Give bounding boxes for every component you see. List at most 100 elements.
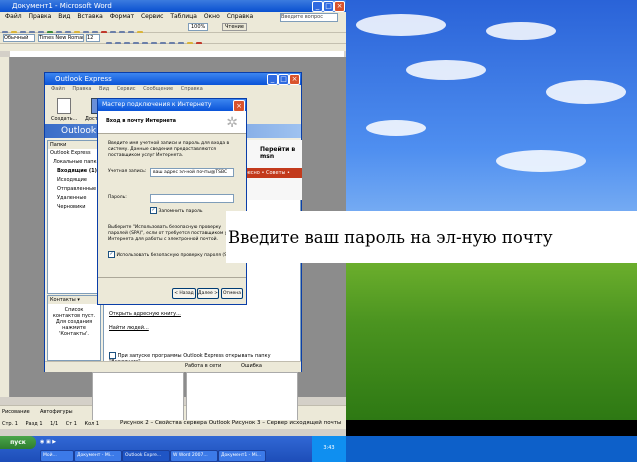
word-title: Документ1 - Microsoft Word — [12, 2, 112, 10]
folders-pane: Папки Outlook Express Локальные папки Вх… — [47, 140, 101, 294]
wizard-heading: Вход в почту Интернета — [106, 118, 176, 124]
oe-menu-file[interactable]: Файл — [51, 86, 65, 92]
autoshapes-menu[interactable]: Автофигуры — [40, 409, 73, 415]
oe-menu-help[interactable]: Справка — [181, 86, 203, 92]
remember-password-option: ✓ Запомнить пароль — [150, 207, 203, 215]
outlook-status-bar: Работа в сети Ошибка — [45, 361, 301, 372]
status-position: 1/1 — [50, 421, 59, 427]
spa-option: ✓ Использовать безопасную проверку парол… — [108, 251, 234, 259]
back-button[interactable]: < Назад — [172, 288, 196, 299]
wizard-divider — [98, 277, 246, 278]
ask-question-input[interactable]: Введите вопрос — [280, 13, 338, 22]
folders-header: Папки — [48, 141, 100, 149]
media-icon[interactable]: ▶ — [52, 439, 56, 445]
cloud — [546, 80, 626, 104]
wizard-star-icon: ✲ — [226, 115, 238, 131]
folder-outlook-express[interactable]: Outlook Express — [48, 149, 100, 158]
status-col: Кол 1 — [84, 421, 100, 427]
folder-drafts[interactable]: Черновики — [48, 203, 100, 212]
cloud — [356, 14, 446, 36]
cloud — [406, 60, 486, 80]
password-input[interactable] — [150, 194, 234, 203]
menu-window[interactable]: Окно — [204, 13, 220, 20]
ie-icon[interactable]: ◉ — [40, 439, 44, 445]
read-button[interactable]: Чтение — [222, 23, 248, 31]
oe-menu-edit[interactable]: Правка — [72, 86, 91, 92]
close-icon[interactable]: × — [334, 1, 345, 12]
status-section: Разд 1 — [25, 421, 43, 427]
folder-deleted[interactable]: Удаленные — [48, 194, 100, 203]
find-people-link[interactable]: Найти людей... — [109, 325, 149, 331]
taskbar: пуск ◉ ▣ ▶ Мой... Документ - Mi... Outlo… — [0, 436, 346, 462]
status-line: Ст 1 — [65, 421, 77, 427]
drawing-menu[interactable]: Рисование — [2, 409, 30, 415]
contacts-header[interactable]: Контакты ▾ — [48, 296, 100, 304]
figure-captions: Рисунок 2 – Свойства сервера Outlook Рис… — [120, 420, 342, 426]
remember-password-checkbox[interactable]: ✓ — [150, 207, 157, 214]
task-document[interactable]: Документ - Mi... — [74, 450, 122, 462]
create-mail-button[interactable]: Создать... — [51, 116, 77, 122]
desktop-icon[interactable]: ▣ — [46, 439, 51, 445]
zoom-select[interactable]: 100% — [188, 23, 209, 31]
font-size-select[interactable]: 12 — [86, 34, 100, 42]
minimize-icon[interactable]: _ — [312, 1, 323, 12]
wizard-title-bar: Мастер подключения к Интернету × — [98, 99, 246, 112]
folder-local[interactable]: Локальные папки — [48, 158, 100, 167]
open-address-book-link[interactable]: Открыть адресную книгу... — [109, 311, 181, 317]
menu-table[interactable]: Таблица — [170, 13, 197, 20]
startup-inbox-checkbox[interactable] — [109, 352, 116, 359]
figure-2-thumbnail — [92, 372, 184, 422]
outlook-menu-bar: Файл Правка Вид Сервис Сообщение Справка — [45, 85, 301, 94]
style-select[interactable]: Обычный — [3, 34, 35, 42]
msn-logo[interactable]: Перейти в msn — [260, 146, 302, 160]
error-status[interactable]: Ошибка — [241, 363, 262, 369]
spa-checkbox[interactable]: ✓ — [108, 251, 115, 258]
account-input[interactable]: ваш адрес эл-ной почты@TSBC — [150, 168, 234, 177]
contacts-pane: Контакты ▾ Список контактов пуст. Для со… — [47, 295, 101, 361]
password-label: Пароль: — [108, 195, 127, 200]
menu-help[interactable]: Справка — [227, 13, 253, 20]
font-select[interactable]: Times New Roman — [38, 34, 84, 42]
oe-menu-tools[interactable]: Сервис — [117, 86, 136, 92]
task-word-2007[interactable]: W Word 2007... — [170, 450, 218, 462]
toolbar-spacer — [0, 44, 346, 51]
standard-toolbar: 100% Чтение — [0, 22, 346, 37]
figure-3-thumbnail — [186, 372, 298, 422]
outlook-maximize-icon[interactable]: □ — [278, 74, 289, 85]
wizard-header: Вход в почту Интернета ✲ — [98, 111, 246, 134]
formatting-toolbar: Обычный Times New Roman 12 — [0, 33, 346, 48]
menu-edit[interactable]: Правка — [29, 13, 52, 20]
online-status: Работа в сети — [185, 363, 222, 369]
cloud — [486, 22, 556, 40]
folder-sent[interactable]: Отправленные — [48, 185, 100, 194]
remember-password-label: Запомнить пароль — [158, 209, 203, 214]
menu-format[interactable]: Формат — [110, 13, 134, 20]
menu-view[interactable]: Вид — [58, 13, 70, 20]
task-document1[interactable]: Документ1 - Mi... — [218, 450, 266, 462]
menu-insert[interactable]: Вставка — [77, 13, 102, 20]
oe-menu-view[interactable]: Вид — [99, 86, 109, 92]
task-my[interactable]: Мой... — [40, 450, 74, 462]
menu-tools[interactable]: Сервис — [141, 13, 163, 20]
status-page: Стр. 1 — [2, 421, 18, 427]
maximize-icon[interactable]: □ — [323, 1, 334, 12]
spa-label: Использовать безопасную проверку пароля … — [116, 253, 235, 258]
internet-connection-wizard: Мастер подключения к Интернету × Вход в … — [97, 98, 247, 305]
create-mail-icon[interactable] — [57, 98, 71, 114]
folder-outbox[interactable]: Исходящие — [48, 176, 100, 185]
task-outlook[interactable]: Outlook Expre... — [122, 450, 170, 462]
folder-inbox[interactable]: Входящие (1) — [48, 167, 100, 176]
outlook-close-icon[interactable]: × — [289, 74, 300, 85]
cancel-button[interactable]: Отмена — [221, 288, 243, 299]
quick-launch: ◉ ▣ ▶ — [40, 439, 160, 446]
wizard-intro: Введите имя учетной записи и пароль для … — [108, 141, 230, 158]
oe-menu-message[interactable]: Сообщение — [143, 86, 173, 92]
outlook-minimize-icon[interactable]: _ — [267, 74, 278, 85]
vertical-ruler — [0, 57, 10, 397]
cloud — [366, 120, 426, 136]
next-button[interactable]: Далее > — [197, 288, 219, 299]
start-button[interactable]: пуск — [0, 436, 36, 449]
outlook-links: Открыть адресную книгу... Найти людей... — [109, 311, 181, 339]
word-title-bar: Документ1 - Microsoft Word _ □ × — [0, 0, 346, 12]
menu-file[interactable]: Файл — [5, 13, 22, 20]
